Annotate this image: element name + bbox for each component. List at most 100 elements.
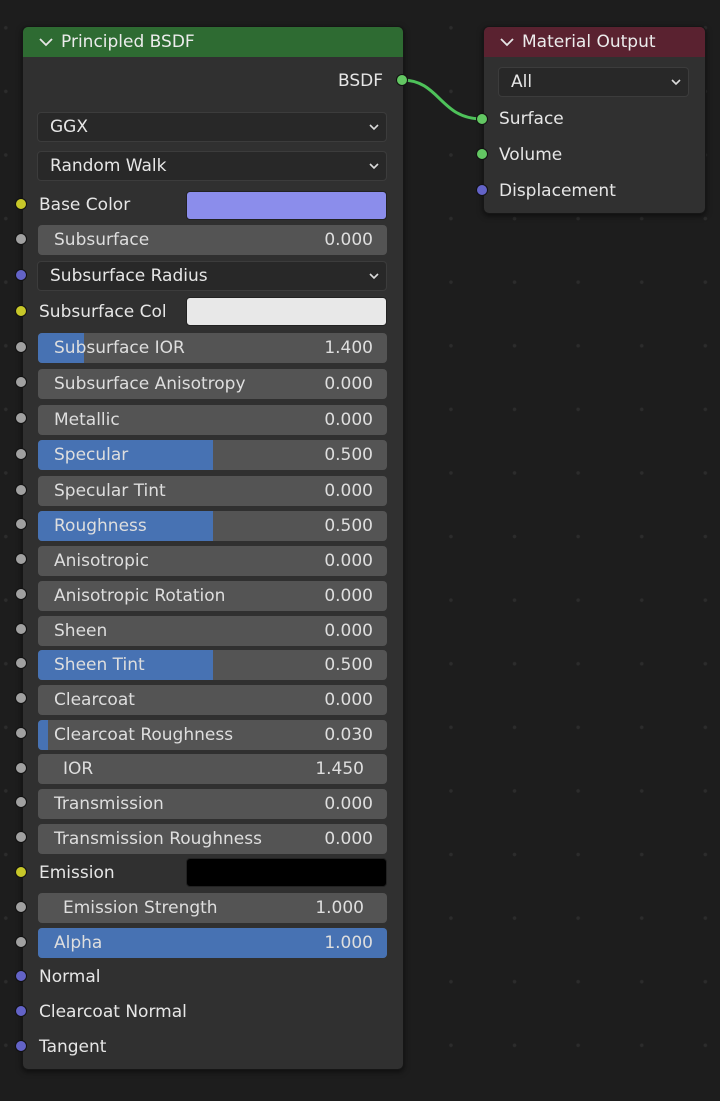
socket-transmission-roughness[interactable] bbox=[15, 831, 27, 843]
field-row[interactable]: Subsurface Anisotropy 0.000 bbox=[38, 369, 387, 399]
socket-alpha[interactable] bbox=[15, 936, 27, 948]
field-value: 0.000 bbox=[324, 690, 373, 710]
field-row[interactable]: Metallic 0.000 bbox=[38, 405, 387, 435]
field-row[interactable]: Sheen 0.000 bbox=[38, 616, 387, 646]
socket-specular[interactable] bbox=[15, 448, 27, 460]
clearcoat-field[interactable]: Clearcoat 0.000 bbox=[38, 685, 387, 715]
socket-normal[interactable] bbox=[15, 970, 27, 982]
output-target-dropdown[interactable]: All bbox=[498, 67, 689, 97]
clearcoat-roughness-field[interactable]: Clearcoat Roughness 0.030 bbox=[38, 720, 387, 750]
field-row[interactable]: Specular Tint 0.000 bbox=[38, 476, 387, 506]
socket-subsurface-ior[interactable] bbox=[15, 341, 27, 353]
field-row[interactable]: Subsurface 0.000 bbox=[38, 225, 387, 255]
principled-bsdf-node[interactable]: Principled BSDF BSDF GGX Random Walk Bas… bbox=[22, 26, 404, 1070]
socket-subsurface-radius[interactable] bbox=[15, 269, 27, 281]
subsurface-radius-dropdown[interactable]: Subsurface Radius bbox=[37, 261, 387, 291]
socket-roughness[interactable] bbox=[15, 518, 27, 530]
field-row[interactable]: Subsurface IOR 1.400 bbox=[38, 333, 387, 363]
socket-subsurface[interactable] bbox=[15, 233, 27, 245]
socket-anisotropic[interactable] bbox=[15, 553, 27, 565]
field-row[interactable]: Anisotropic 0.000 bbox=[38, 546, 387, 576]
anisotropic-field[interactable]: Anisotropic 0.000 bbox=[38, 546, 387, 576]
sheen-tint-field[interactable]: Sheen Tint 0.500 bbox=[38, 650, 387, 680]
bsdf-node-header[interactable]: Principled BSDF bbox=[23, 27, 403, 57]
field-row[interactable]: Clearcoat Roughness 0.030 bbox=[38, 720, 387, 750]
field-value: 0.000 bbox=[324, 230, 373, 250]
metallic-field[interactable]: Metallic 0.000 bbox=[38, 405, 387, 435]
socket-specular-tint[interactable] bbox=[15, 484, 27, 496]
field-label: Subsurface bbox=[54, 230, 150, 250]
field-label: Roughness bbox=[54, 516, 147, 536]
socket-surface[interactable] bbox=[476, 113, 488, 125]
socket-sheen[interactable] bbox=[15, 623, 27, 635]
output-node-header[interactable]: Material Output bbox=[484, 27, 705, 57]
socket-anisotropic-rotation[interactable] bbox=[15, 588, 27, 600]
ior-field[interactable]: IOR 1.450 bbox=[38, 754, 387, 784]
socket-displacement[interactable] bbox=[476, 184, 488, 196]
socket-ior[interactable] bbox=[15, 762, 27, 774]
field-label: Transmission bbox=[54, 794, 164, 814]
field-row[interactable]: Specular 0.500 bbox=[38, 440, 387, 470]
socket-bsdf-output[interactable] bbox=[396, 74, 408, 86]
specular-field[interactable]: Specular 0.500 bbox=[38, 440, 387, 470]
field-row[interactable]: Alpha 1.000 bbox=[38, 928, 387, 958]
field-value: 0.500 bbox=[324, 516, 373, 536]
distribution-dropdown[interactable]: GGX bbox=[37, 112, 387, 142]
alpha-field[interactable]: Alpha 1.000 bbox=[38, 928, 387, 958]
socket-subsurface-anisotropy[interactable] bbox=[15, 376, 27, 388]
socket-metallic[interactable] bbox=[15, 412, 27, 424]
base-color-swatch[interactable] bbox=[186, 191, 387, 220]
socket-emission[interactable] bbox=[15, 866, 27, 878]
subsurface-ior-field[interactable]: Subsurface IOR 1.400 bbox=[38, 333, 387, 363]
socket-transmission[interactable] bbox=[15, 796, 27, 808]
subsurface-field[interactable]: Subsurface 0.000 bbox=[38, 225, 387, 255]
chevron-down-icon bbox=[369, 163, 379, 170]
roughness-field[interactable]: Roughness 0.500 bbox=[38, 511, 387, 541]
field-label: Sheen bbox=[54, 621, 108, 641]
field-label: Clearcoat bbox=[54, 690, 135, 710]
field-row[interactable]: Transmission Roughness 0.000 bbox=[38, 824, 387, 854]
field-label: Alpha bbox=[54, 933, 103, 953]
transmission-field[interactable]: Transmission 0.000 bbox=[38, 789, 387, 819]
slider-fill bbox=[38, 720, 49, 750]
field-row[interactable]: Anisotropic Rotation 0.000 bbox=[38, 581, 387, 611]
material-output-node[interactable]: Material Output All Surface Volume Displ… bbox=[483, 26, 706, 214]
socket-subsurface-color[interactable] bbox=[15, 305, 27, 317]
field-value: 0.030 bbox=[324, 725, 373, 745]
socket-base-color[interactable] bbox=[15, 198, 27, 210]
field-row[interactable]: IOR 1.450 bbox=[38, 754, 387, 784]
chevron-down-icon[interactable] bbox=[37, 33, 55, 51]
socket-clearcoat-roughness[interactable] bbox=[15, 727, 27, 739]
chevron-down-icon bbox=[369, 273, 379, 280]
subsurface-color-swatch[interactable] bbox=[186, 297, 387, 326]
chevron-down-icon[interactable] bbox=[498, 33, 516, 51]
tangent-label: Tangent bbox=[39, 1037, 107, 1057]
subsurface-method-value: Random Walk bbox=[50, 156, 167, 176]
field-value: 0.000 bbox=[324, 374, 373, 394]
field-row[interactable]: Transmission 0.000 bbox=[38, 789, 387, 819]
field-value: 0.000 bbox=[324, 410, 373, 430]
emission-color-swatch[interactable] bbox=[186, 858, 387, 887]
subsurface-method-dropdown[interactable]: Random Walk bbox=[37, 151, 387, 181]
field-label: Subsurface Anisotropy bbox=[54, 374, 246, 394]
socket-tangent[interactable] bbox=[15, 1040, 27, 1052]
subsurface-anisotropy-field[interactable]: Subsurface Anisotropy 0.000 bbox=[38, 369, 387, 399]
field-row[interactable]: Sheen Tint 0.500 bbox=[38, 650, 387, 680]
socket-emission-strength[interactable] bbox=[15, 901, 27, 913]
field-row[interactable]: Clearcoat 0.000 bbox=[38, 685, 387, 715]
socket-clearcoat-normal[interactable] bbox=[15, 1005, 27, 1017]
specular-tint-field[interactable]: Specular Tint 0.000 bbox=[38, 476, 387, 506]
anisotropic-rotation-field[interactable]: Anisotropic Rotation 0.000 bbox=[38, 581, 387, 611]
bsdf-node-title: Principled BSDF bbox=[61, 32, 195, 52]
volume-label: Volume bbox=[499, 145, 563, 165]
field-row[interactable]: Roughness 0.500 bbox=[38, 511, 387, 541]
socket-volume[interactable] bbox=[476, 148, 488, 160]
field-label: Specular bbox=[54, 445, 129, 465]
sheen-field[interactable]: Sheen 0.000 bbox=[38, 616, 387, 646]
socket-clearcoat[interactable] bbox=[15, 692, 27, 704]
transmission-roughness-field[interactable]: Transmission Roughness 0.000 bbox=[38, 824, 387, 854]
socket-sheen-tint[interactable] bbox=[15, 657, 27, 669]
field-row[interactable]: Emission Strength 1.000 bbox=[38, 893, 387, 923]
field-value: 0.500 bbox=[324, 655, 373, 675]
emission-strength-field[interactable]: Emission Strength 1.000 bbox=[38, 893, 387, 923]
